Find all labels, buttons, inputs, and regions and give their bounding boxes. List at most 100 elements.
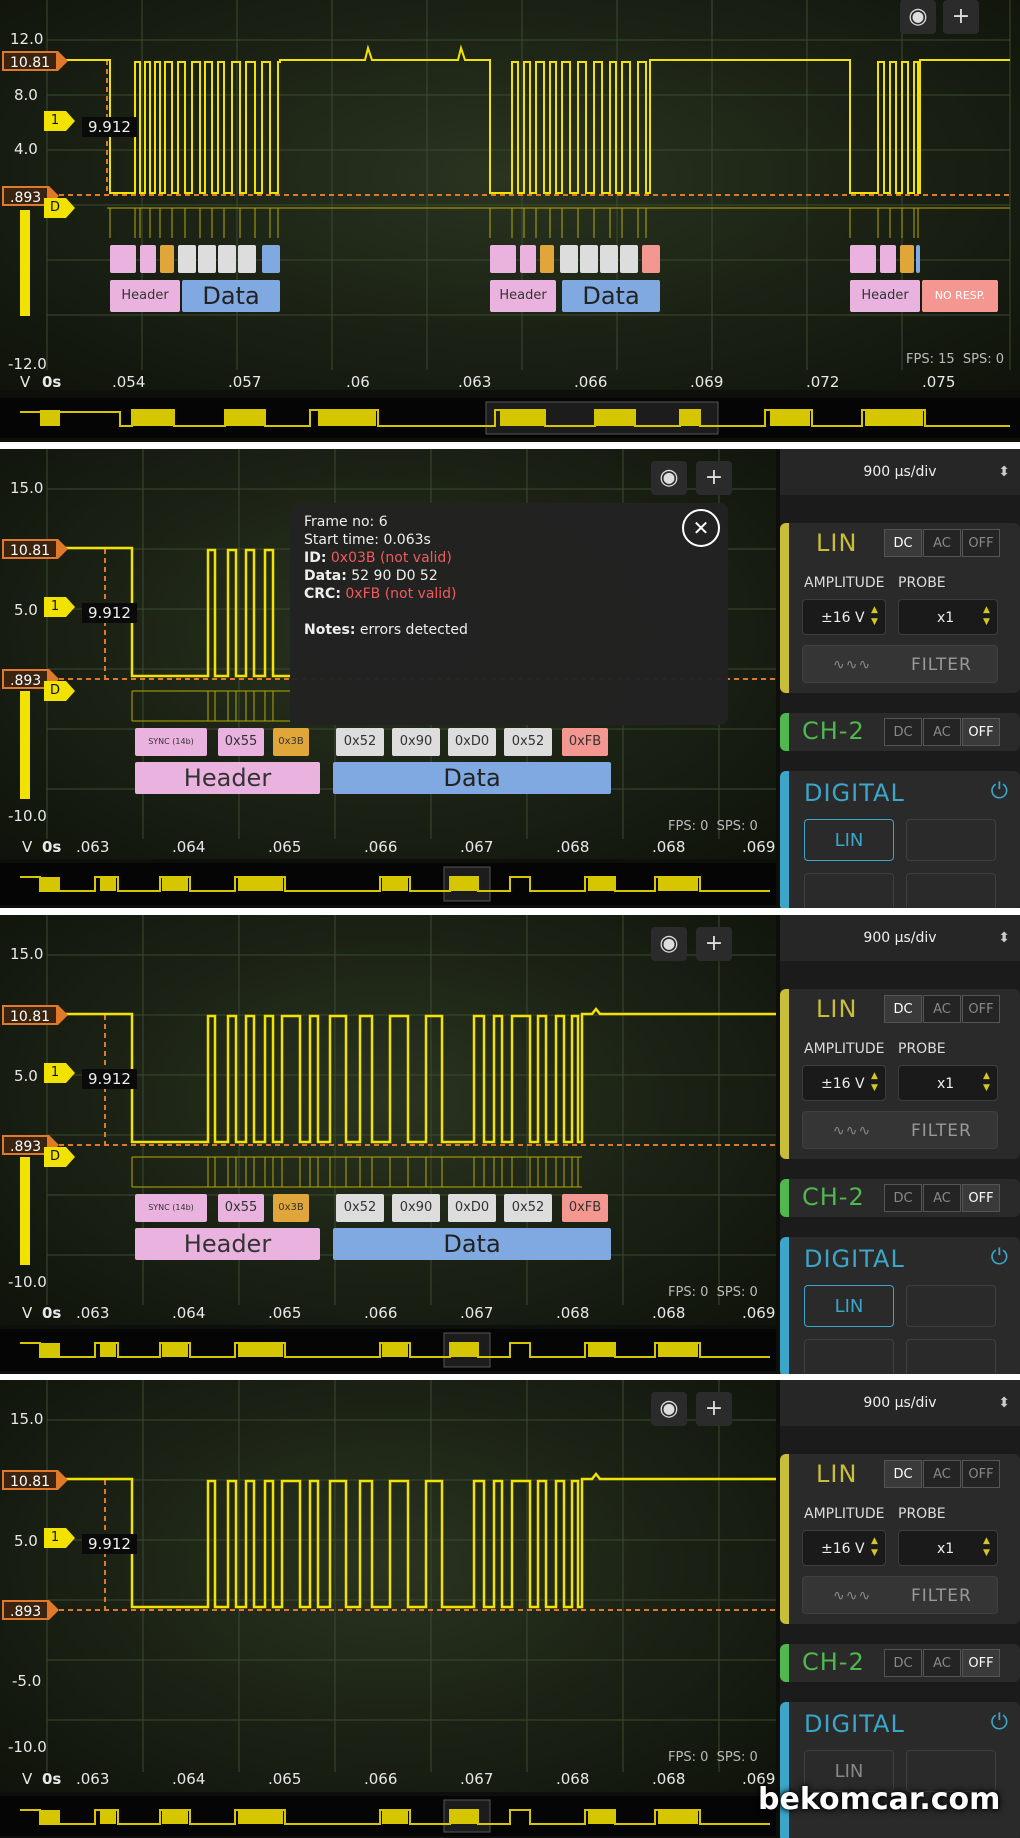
- frame-data-label: Data: [562, 280, 660, 312]
- ch2-coupling-dc[interactable]: DC: [884, 1649, 922, 1677]
- digital-handle[interactable]: D: [44, 1147, 75, 1167]
- coupling-dc[interactable]: DC: [884, 1460, 922, 1488]
- digital-handle[interactable]: D: [44, 198, 75, 218]
- decode-byte: 0x90: [392, 1194, 440, 1222]
- power-icon[interactable]: ⏻: [991, 1245, 1008, 1270]
- marker-bottom[interactable]: .893: [2, 1135, 60, 1155]
- eye-icon[interactable]: ◉: [651, 927, 687, 961]
- y-tick: -12.0: [8, 355, 47, 373]
- power-icon[interactable]: ⏻: [991, 1710, 1008, 1735]
- popup-notes-row: Notes: errors detected: [304, 622, 468, 638]
- ch2-coupling-dc[interactable]: DC: [884, 718, 922, 746]
- decode-sync: SYNC (14b): [135, 728, 207, 756]
- add-icon[interactable]: +: [943, 0, 979, 34]
- digital-handle[interactable]: D: [44, 681, 75, 701]
- lin-title: LIN: [816, 529, 858, 557]
- probe-stepper[interactable]: x1 ▲ ▼: [898, 1065, 998, 1101]
- y-tick: 4.0: [14, 140, 38, 158]
- digital-slot[interactable]: [906, 1285, 996, 1327]
- coupling-dc[interactable]: DC: [884, 995, 922, 1023]
- scope-area[interactable]: 15.0 5.0 -10.0 10.81 .893 1 9.912 D ◉ + …: [0, 915, 776, 1325]
- overview-strip[interactable]: [0, 863, 776, 905]
- status-fps: FPS: 0 SPS: 0: [668, 1750, 758, 1765]
- scope-area[interactable]: 15.0 5.0 -5.0 -10.0 10.81 .893 1 9.912 ◉…: [0, 1380, 776, 1792]
- x-tick: .066: [364, 1770, 398, 1788]
- decode-sync: [490, 245, 516, 273]
- x-unit: V: [20, 373, 31, 390]
- amplitude-stepper[interactable]: ±16 V ▲ ▼: [802, 1530, 886, 1566]
- filter-button[interactable]: ∿∿∿ FILTER: [802, 1576, 998, 1614]
- timebase-selector[interactable]: 900 µs/div ⬍: [780, 449, 1020, 495]
- close-icon[interactable]: ✕: [682, 509, 720, 547]
- timebase-selector[interactable]: 900 µs/div ⬍: [780, 915, 1020, 961]
- digital-slot[interactable]: [804, 1339, 894, 1374]
- digital-lin-button[interactable]: LIN: [804, 819, 894, 861]
- ch2-coupling-ac[interactable]: AC: [923, 1649, 961, 1677]
- ch2-coupling-off[interactable]: OFF: [962, 718, 1000, 746]
- level-bar: [20, 210, 30, 316]
- coupling-ac[interactable]: AC: [923, 529, 961, 557]
- decode-byte: [580, 245, 598, 273]
- power-icon[interactable]: ⏻: [991, 779, 1008, 804]
- marker-top[interactable]: 10.81: [2, 1470, 69, 1490]
- trigger-value: 9.912: [82, 1069, 137, 1089]
- filter-button[interactable]: ∿∿∿ FILTER: [802, 645, 998, 683]
- coupling-ac[interactable]: AC: [923, 1460, 961, 1488]
- scope-area[interactable]: 15.0 5.0 -10.0 10.81 .893 1 9.912 D ◉ + …: [0, 449, 776, 859]
- scope-area[interactable]: 12.0 8.0 4.0 -12.0 10.81 .893 1 9.912 D …: [0, 0, 1020, 390]
- coupling-ac[interactable]: AC: [923, 995, 961, 1023]
- marker-top[interactable]: 10.81: [2, 539, 69, 559]
- lin-title: LIN: [816, 995, 858, 1023]
- trigger-handle[interactable]: 1: [44, 597, 75, 617]
- add-icon[interactable]: +: [696, 1392, 732, 1426]
- trigger-handle[interactable]: 1: [44, 111, 75, 131]
- ch2-coupling-dc[interactable]: DC: [884, 1184, 922, 1212]
- trigger-handle[interactable]: 1: [44, 1063, 75, 1083]
- decode-pid: 0x55: [218, 728, 264, 756]
- x-tick: .06: [346, 373, 370, 390]
- decode-id: 0x3B: [273, 728, 309, 756]
- overview-strip[interactable]: [0, 1796, 776, 1836]
- coupling-off[interactable]: OFF: [962, 529, 1000, 557]
- marker-top[interactable]: 10.81: [2, 1005, 69, 1025]
- watermark: bekomcar.com: [758, 1782, 1001, 1817]
- marker-bottom[interactable]: .893: [2, 669, 60, 689]
- x-tick: .064: [172, 1770, 206, 1788]
- eye-icon[interactable]: ◉: [651, 1392, 687, 1426]
- filter-button[interactable]: ∿∿∿ FILTER: [802, 1111, 998, 1149]
- amplitude-stepper[interactable]: ±16 V ▲ ▼: [802, 1065, 886, 1101]
- digital-slot[interactable]: [804, 873, 894, 908]
- coupling-off[interactable]: OFF: [962, 995, 1000, 1023]
- coupling-dc[interactable]: DC: [884, 529, 922, 557]
- eye-icon[interactable]: ◉: [651, 461, 687, 495]
- x-tick: .068: [556, 1304, 590, 1322]
- overview-strip[interactable]: [0, 1329, 776, 1371]
- probe-stepper[interactable]: x1 ▲ ▼: [898, 599, 998, 635]
- digital-slot[interactable]: [906, 1339, 996, 1374]
- status-fps: FPS: 15 SPS: 0: [906, 352, 1005, 367]
- digital-lin-button[interactable]: LIN: [804, 1285, 894, 1327]
- amplitude-stepper[interactable]: ±16 V ▲ ▼: [802, 599, 886, 635]
- overview-strip[interactable]: [0, 398, 1020, 438]
- coupling-off[interactable]: OFF: [962, 1460, 1000, 1488]
- frame-data-label: Data: [182, 280, 280, 312]
- marker-bottom[interactable]: .893: [2, 1600, 60, 1620]
- eye-icon[interactable]: ◉: [900, 0, 936, 34]
- decode-pid: [520, 245, 536, 273]
- probe-stepper[interactable]: x1 ▲ ▼: [898, 1530, 998, 1566]
- ch2-coupling-ac[interactable]: AC: [923, 1184, 961, 1212]
- ch2-coupling-ac[interactable]: AC: [923, 718, 961, 746]
- timebase-selector[interactable]: 900 µs/div ⬍: [780, 1380, 1020, 1426]
- ch2-coupling-off[interactable]: OFF: [962, 1649, 1000, 1677]
- add-icon[interactable]: +: [696, 927, 732, 961]
- trigger-handle[interactable]: 1: [44, 1528, 75, 1548]
- ch2-coupling-off[interactable]: OFF: [962, 1184, 1000, 1212]
- marker-bottom[interactable]: .893: [2, 186, 60, 206]
- marker-top[interactable]: 10.81: [2, 51, 69, 71]
- add-icon[interactable]: +: [696, 461, 732, 495]
- decode-byte: [560, 245, 578, 273]
- decode-id: [160, 245, 174, 273]
- digital-slot[interactable]: [906, 873, 996, 908]
- digital-slot[interactable]: [906, 819, 996, 861]
- x-unit: V: [22, 1304, 33, 1322]
